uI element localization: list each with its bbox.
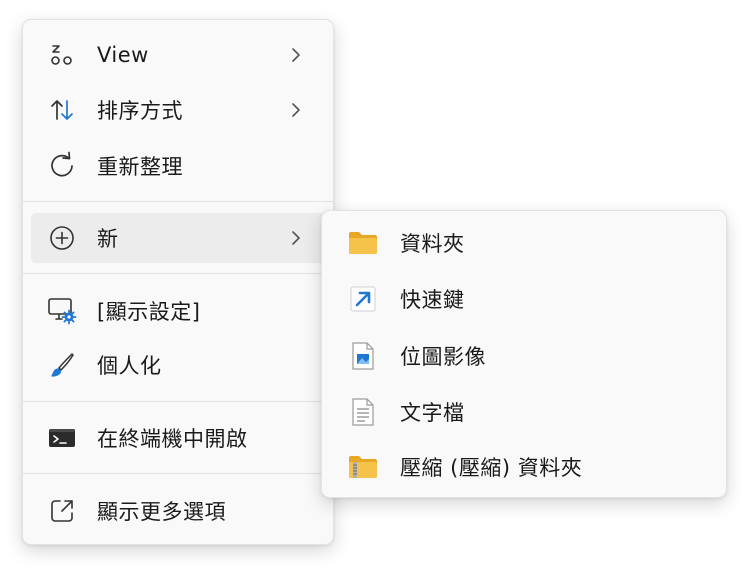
menu-item-sort[interactable]: 排序方式 — [31, 85, 325, 135]
text-file-icon — [346, 395, 380, 429]
submenu-item-label: 文字檔 — [400, 401, 465, 425]
submenu-item-label: 資料夾 — [400, 232, 465, 256]
new-submenu: 資料夾 快速鍵 位圖影像 文字檔 壓縮 (壓縮) 資料夾 — [321, 210, 727, 498]
menu-item-label: 新 — [97, 227, 119, 251]
chevron-right-icon — [292, 48, 300, 62]
display-settings-icon — [45, 294, 79, 328]
menu-item-label: View — [97, 43, 149, 67]
menu-item-label: 在終端機中開啟 — [97, 427, 248, 451]
submenu-item-label: 位圖影像 — [400, 345, 486, 369]
submenu-item-folder[interactable]: 資料夾 — [330, 218, 718, 268]
menu-item-view[interactable]: View — [31, 30, 325, 80]
terminal-icon — [45, 421, 79, 455]
chevron-right-icon — [292, 103, 300, 117]
personalize-icon — [45, 348, 79, 382]
menu-item-personalize[interactable]: 個人化 — [31, 340, 325, 390]
menu-item-label: 顯示更多選項 — [97, 500, 226, 524]
folder-icon — [346, 226, 380, 260]
menu-item-label: 個人化 — [97, 354, 162, 378]
sort-icon — [45, 93, 79, 127]
menu-item-open-terminal[interactable]: 在終端機中開啟 — [31, 413, 325, 463]
menu-item-new[interactable]: 新 — [31, 213, 325, 263]
view-icon — [45, 38, 79, 72]
submenu-item-label: 壓縮 (壓縮) 資料夾 — [400, 456, 583, 480]
submenu-item-bitmap[interactable]: 位圖影像 — [330, 331, 718, 381]
menu-separator — [23, 273, 333, 274]
more-options-icon — [45, 494, 79, 528]
zip-folder-icon — [346, 450, 380, 484]
refresh-icon — [45, 149, 79, 183]
menu-item-label: 重新整理 — [97, 155, 183, 179]
submenu-item-text-file[interactable]: 文字檔 — [330, 387, 718, 437]
submenu-item-zip-folder[interactable]: 壓縮 (壓縮) 資料夾 — [330, 442, 718, 492]
menu-item-label: 排序方式 — [97, 99, 183, 123]
chevron-right-icon — [292, 231, 300, 245]
menu-separator — [23, 201, 333, 202]
menu-separator — [23, 401, 333, 402]
menu-item-more-options[interactable]: 顯示更多選項 — [31, 486, 325, 536]
new-icon — [45, 221, 79, 255]
shortcut-icon — [346, 282, 380, 316]
submenu-item-shortcut[interactable]: 快速鍵 — [330, 274, 718, 324]
bitmap-icon — [346, 339, 380, 373]
menu-item-label: [顯示設定] — [97, 300, 201, 324]
context-menu: View 排序方式 重新整理 新 [顯示設定] 個人化 在終端機中開啟 顯示更多… — [22, 19, 334, 545]
submenu-item-label: 快速鍵 — [400, 288, 465, 312]
menu-separator — [23, 473, 333, 474]
menu-item-refresh[interactable]: 重新整理 — [31, 141, 325, 191]
menu-item-display-settings[interactable]: [顯示設定] — [31, 286, 325, 336]
